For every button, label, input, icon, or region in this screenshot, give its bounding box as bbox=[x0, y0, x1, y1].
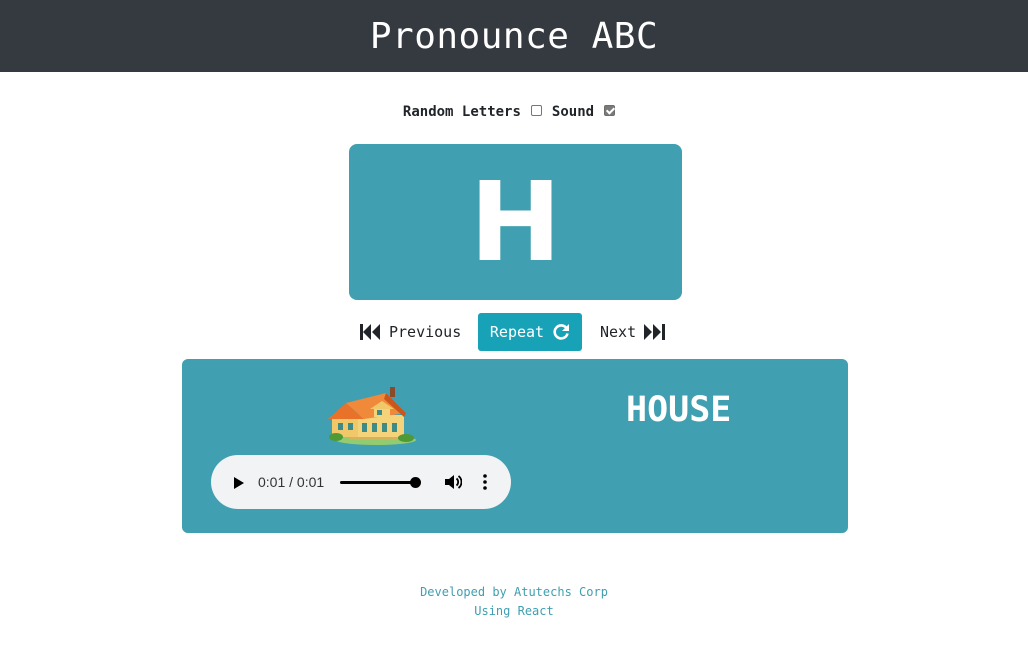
redo-icon bbox=[552, 323, 570, 341]
sound-label: Sound bbox=[551, 104, 595, 120]
options-bar: Random Letters Sound bbox=[0, 104, 1028, 120]
repeat-button[interactable]: Repeat bbox=[478, 313, 582, 351]
skip-back-icon bbox=[360, 323, 381, 341]
skip-forward-icon bbox=[644, 323, 666, 341]
next-button[interactable]: Next bbox=[600, 313, 666, 351]
next-label: Next bbox=[600, 323, 637, 341]
footer-tech: Using React bbox=[474, 604, 554, 618]
repeat-label: Repeat bbox=[489, 323, 545, 341]
word-card: HOUSE 0:01 / 0:01 bbox=[182, 359, 848, 533]
page-title: Pronounce ABC bbox=[369, 15, 659, 57]
app-header: Pronounce ABC bbox=[0, 0, 1028, 72]
more-options-icon[interactable] bbox=[483, 473, 487, 495]
previous-button[interactable]: Previous bbox=[360, 313, 461, 351]
navigation-controls: Previous Repeat Next bbox=[0, 313, 1028, 351]
volume-icon[interactable] bbox=[444, 473, 463, 495]
audio-player: 0:01 / 0:01 bbox=[211, 455, 511, 509]
footer: Developed by Atutechs Corp Using React bbox=[0, 583, 1028, 621]
audio-time: 0:01 / 0:01 bbox=[258, 474, 325, 490]
random-letters-label: Random Letters bbox=[402, 104, 521, 120]
audio-progress-thumb[interactable] bbox=[410, 477, 421, 488]
audio-progress-track[interactable] bbox=[340, 481, 415, 484]
play-icon[interactable] bbox=[233, 475, 245, 494]
previous-label: Previous bbox=[389, 323, 462, 341]
letter-card: H bbox=[349, 144, 682, 300]
house-icon bbox=[326, 387, 418, 447]
current-word: HOUSE bbox=[626, 390, 732, 430]
random-letters-checkbox[interactable] bbox=[530, 104, 542, 116]
sound-checkbox[interactable] bbox=[604, 104, 616, 116]
current-letter: H bbox=[469, 158, 562, 286]
footer-credit: Developed by Atutechs Corp bbox=[420, 585, 608, 599]
